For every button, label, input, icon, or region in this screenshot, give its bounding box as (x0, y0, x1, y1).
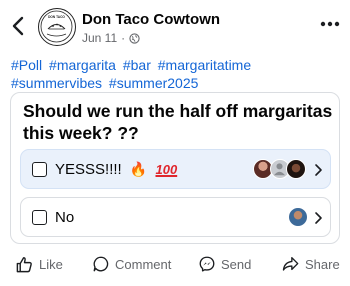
thumbs-up-icon (16, 256, 32, 272)
like-label: Like (39, 256, 63, 272)
hashtag-link[interactable]: #bar (123, 57, 151, 73)
comment-bubble-icon (93, 256, 109, 272)
hashtag-link[interactable]: #summer2025 (109, 75, 199, 91)
share-button[interactable]: Share (281, 252, 340, 276)
poll-option-no[interactable]: No (20, 197, 331, 237)
send-button[interactable]: Send (198, 252, 251, 276)
share-arrow-icon (282, 257, 299, 271)
post-action-bar: Like Comment Send Share (0, 252, 350, 278)
voter-avatar (288, 207, 308, 227)
chevron-left-icon (12, 16, 24, 36)
hashtag-link[interactable]: #margaritatime (158, 57, 251, 73)
poll-option-label: YESSS!!!! 🔥 100 (55, 161, 177, 178)
poll-option-yes[interactable]: YESSS!!!! 🔥 100 (20, 149, 331, 189)
fire-emoji-icon: 🔥 (129, 161, 148, 177)
meta-separator: · (121, 31, 126, 45)
messenger-icon (199, 256, 215, 272)
voter-avatars[interactable] (253, 159, 313, 181)
hashtag-link[interactable]: #Poll (11, 57, 42, 73)
post-header: DON TACO Don Taco Cowtown Jun 11 · (0, 0, 350, 52)
poll-checkbox[interactable] (32, 210, 47, 225)
page-avatar[interactable]: DON TACO (38, 8, 76, 46)
hashtag-link[interactable]: #margarita (49, 57, 116, 73)
poll-option-label: No (55, 209, 74, 226)
more-options-button[interactable] (318, 16, 342, 32)
more-horizontal-icon (320, 21, 340, 27)
chevron-right-icon[interactable] (313, 162, 323, 178)
post-meta: Jun 11 · (82, 31, 140, 45)
page-logo-icon: DON TACO (40, 10, 73, 43)
post-date[interactable]: Jun 11 (82, 31, 117, 45)
poll-option-text: No (55, 209, 75, 226)
page-name[interactable]: Don Taco Cowtown (82, 11, 220, 28)
comment-label: Comment (115, 256, 172, 272)
poll-checkbox[interactable] (32, 162, 47, 177)
hashtag-link[interactable]: #summervibes (11, 75, 102, 91)
hundred-emoji-icon: 100 (155, 162, 178, 177)
comment-button[interactable]: Comment (92, 252, 171, 276)
share-label: Share (305, 256, 340, 272)
voter-avatars[interactable] (288, 207, 312, 229)
logo-text: DON TACO (48, 15, 65, 19)
poll-card: Should we run the half off margaritas th… (10, 92, 340, 244)
poll-option-text: YESSS!!!! (55, 161, 122, 178)
post-hashtags: #Poll #margarita #bar #margaritatime #su… (11, 56, 341, 92)
chevron-right-icon[interactable] (313, 210, 323, 226)
poll-question: Should we run the half off margaritas th… (23, 101, 333, 143)
voter-avatar (286, 159, 306, 179)
globe-icon (129, 32, 140, 44)
back-button[interactable] (8, 14, 28, 38)
send-label: Send (221, 256, 252, 272)
like-button[interactable]: Like (15, 252, 63, 276)
